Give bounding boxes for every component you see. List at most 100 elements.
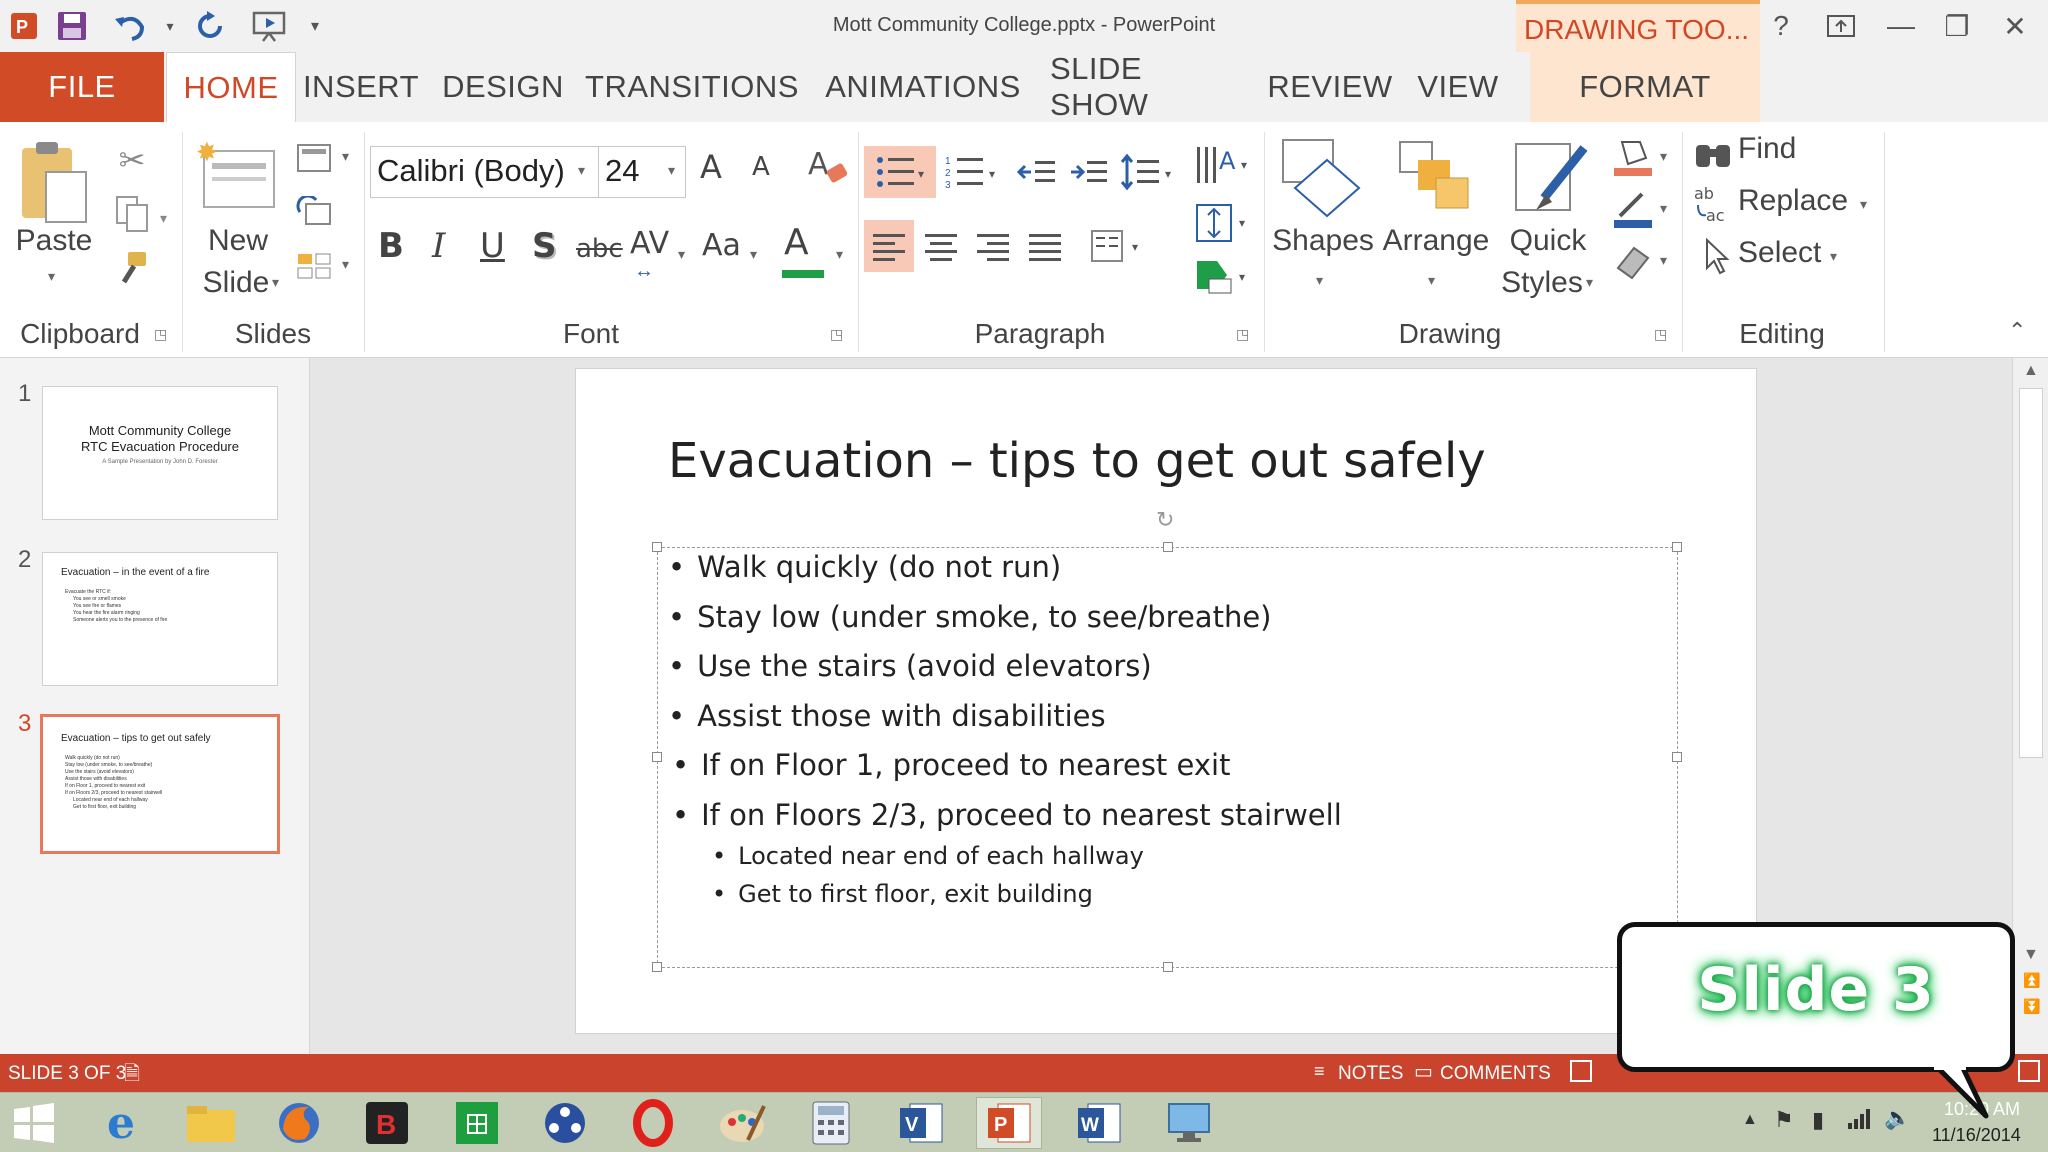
- tab-view[interactable]: VIEW: [1412, 52, 1504, 122]
- shapes-dropdown-icon[interactable]: ▾: [1316, 272, 1323, 289]
- bullet-item[interactable]: If on Floors 2/3, proceed to nearest sta…: [672, 798, 1342, 832]
- arrange-dropdown-icon[interactable]: ▾: [1428, 272, 1435, 289]
- scroll-thumb[interactable]: [2019, 388, 2043, 758]
- help-button[interactable]: ?: [1756, 4, 1806, 48]
- restore-button[interactable]: ❐: [1932, 4, 1982, 48]
- bullets-button[interactable]: ▾: [864, 146, 936, 198]
- shapes-icon[interactable]: [1276, 134, 1372, 224]
- select-button[interactable]: Select: [1738, 236, 1821, 270]
- quick-styles-label-2[interactable]: Styles: [1490, 262, 1594, 304]
- slide-thumbnail-2[interactable]: Evacuation – in the event of a fire Evac…: [42, 552, 278, 686]
- quick-styles-label-1[interactable]: Quick: [1496, 220, 1600, 262]
- section-icon[interactable]: [292, 246, 336, 286]
- rotate-handle-icon[interactable]: ↻: [1156, 507, 1174, 533]
- bullet-item[interactable]: Walk quickly (do not run): [668, 550, 1061, 584]
- quick-styles-dropdown-icon[interactable]: ▾: [1586, 274, 1593, 291]
- replace-dropdown-icon[interactable]: ▾: [1860, 196, 1867, 213]
- shape-fill-icon[interactable]: [1608, 134, 1658, 182]
- format-painter-icon[interactable]: [110, 246, 154, 290]
- calculator-icon[interactable]: [798, 1097, 864, 1149]
- arrange-button[interactable]: Arrange: [1378, 220, 1494, 262]
- find-button[interactable]: Find: [1738, 132, 1796, 166]
- bullet-item[interactable]: Use the stairs (avoid elevators): [668, 649, 1152, 683]
- shapes-button[interactable]: Shapes: [1268, 220, 1378, 262]
- remote-desktop-icon[interactable]: [1156, 1097, 1222, 1149]
- paste-dropdown-icon[interactable]: ▾: [48, 268, 55, 285]
- change-case-button[interactable]: Aa: [702, 228, 741, 263]
- character-spacing-button[interactable]: AV: [630, 226, 669, 261]
- tab-design[interactable]: DESIGN: [440, 52, 566, 122]
- scroll-down-icon[interactable]: ▼: [2023, 946, 2039, 964]
- layout-dropdown-icon[interactable]: ▾: [342, 148, 349, 165]
- shape-effects-dropdown-icon[interactable]: ▾: [1660, 252, 1667, 269]
- normal-view-icon[interactable]: [1570, 1060, 1592, 1082]
- slide-title[interactable]: Evacuation – tips to get out safely: [668, 433, 1486, 489]
- italic-button[interactable]: I: [432, 226, 445, 266]
- increase-indent-icon[interactable]: [1064, 146, 1114, 198]
- tab-slideshow[interactable]: SLIDE SHOW: [1050, 51, 1244, 122]
- tab-home[interactable]: HOME: [166, 52, 296, 122]
- tab-insert[interactable]: INSERT: [303, 52, 419, 122]
- shape-fill-dropdown-icon[interactable]: ▾: [1660, 148, 1667, 165]
- shape-effects-icon[interactable]: [1608, 238, 1658, 286]
- resize-handle[interactable]: [652, 542, 662, 552]
- font-launcher-icon[interactable]: ◳: [830, 326, 843, 343]
- select-cursor-icon[interactable]: [1696, 234, 1736, 278]
- new-slide-icon[interactable]: ✸: [196, 132, 280, 222]
- drawing-launcher-icon[interactable]: ◳: [1654, 326, 1667, 343]
- clipboard-launcher-icon[interactable]: ◳: [154, 326, 167, 343]
- resize-handle[interactable]: [1672, 752, 1682, 762]
- font-color-button[interactable]: A: [784, 222, 809, 263]
- notes-button[interactable]: NOTES: [1338, 1063, 1403, 1085]
- line-spacing-icon[interactable]: ▾: [1116, 146, 1180, 198]
- new-slide-label-1[interactable]: New: [190, 220, 286, 262]
- volume-icon[interactable]: 🔈: [1884, 1105, 1911, 1131]
- text-direction-icon[interactable]: A ▾: [1190, 136, 1254, 196]
- vertical-scrollbar[interactable]: ▲ ▼ ⏫ ⏬: [2012, 358, 2048, 1054]
- columns-icon[interactable]: ▾: [1086, 220, 1152, 272]
- bullet-item[interactable]: If on Floor 1, proceed to nearest exit: [672, 748, 1230, 782]
- new-slide-label-2[interactable]: Slide: [188, 262, 284, 304]
- font-size-dropdown-icon[interactable]: ▾: [668, 162, 675, 179]
- copy-icon[interactable]: [110, 192, 154, 236]
- minimize-button[interactable]: —: [1876, 4, 1926, 48]
- clock-date[interactable]: 11/16/2014: [1932, 1125, 2021, 1146]
- resize-handle[interactable]: [1672, 542, 1682, 552]
- sub-bullet-item[interactable]: Located near end of each hallway: [712, 842, 1144, 870]
- layout-icon[interactable]: [292, 138, 336, 178]
- word-icon[interactable]: W: [1066, 1097, 1132, 1149]
- font-name-input[interactable]: Calibri (Body): [370, 146, 598, 198]
- notes-icon[interactable]: ≡: [1314, 1061, 1325, 1082]
- spell-check-icon[interactable]: 🗎: [124, 1059, 140, 1093]
- resize-handle[interactable]: [1163, 542, 1173, 552]
- align-right-button[interactable]: [968, 220, 1018, 272]
- ribbon-display-options-icon[interactable]: [1816, 4, 1866, 48]
- network-app-icon[interactable]: [532, 1097, 598, 1149]
- bold-button[interactable]: B: [378, 226, 404, 266]
- clear-formatting-icon[interactable]: A: [804, 142, 854, 192]
- paragraph-launcher-icon[interactable]: ◳: [1236, 326, 1249, 343]
- text-shadow-button[interactable]: S: [532, 226, 557, 266]
- internet-explorer-icon[interactable]: e: [88, 1097, 154, 1149]
- bandicam-icon[interactable]: B: [354, 1097, 420, 1149]
- resize-handle[interactable]: [652, 962, 662, 972]
- numbering-button[interactable]: 1 2 3 ▾: [940, 146, 1006, 198]
- opera-icon[interactable]: [620, 1097, 686, 1149]
- previous-slide-icon[interactable]: ⏫: [2023, 972, 2040, 989]
- bullet-item[interactable]: Stay low (under smoke, to see/breathe): [668, 600, 1271, 634]
- quick-styles-icon[interactable]: [1504, 134, 1594, 224]
- resize-handle[interactable]: [1163, 962, 1173, 972]
- slide-thumbnail-3[interactable]: Evacuation – tips to get out safely Walk…: [40, 714, 280, 854]
- copy-dropdown-icon[interactable]: ▾: [160, 210, 167, 227]
- tab-format[interactable]: FORMAT: [1530, 52, 1760, 122]
- shrink-font-button[interactable]: A: [752, 152, 770, 182]
- replace-button[interactable]: Replace: [1738, 184, 1848, 218]
- paint-icon[interactable]: [710, 1097, 776, 1149]
- file-explorer-icon[interactable]: [178, 1097, 244, 1149]
- section-dropdown-icon[interactable]: ▾: [342, 256, 349, 273]
- case-dropdown-icon[interactable]: ▾: [750, 246, 757, 263]
- close-button[interactable]: ✕: [1990, 4, 2040, 48]
- underline-button[interactable]: U: [480, 226, 505, 266]
- shape-outline-dropdown-icon[interactable]: ▾: [1660, 200, 1667, 217]
- network-icon[interactable]: [1846, 1107, 1870, 1136]
